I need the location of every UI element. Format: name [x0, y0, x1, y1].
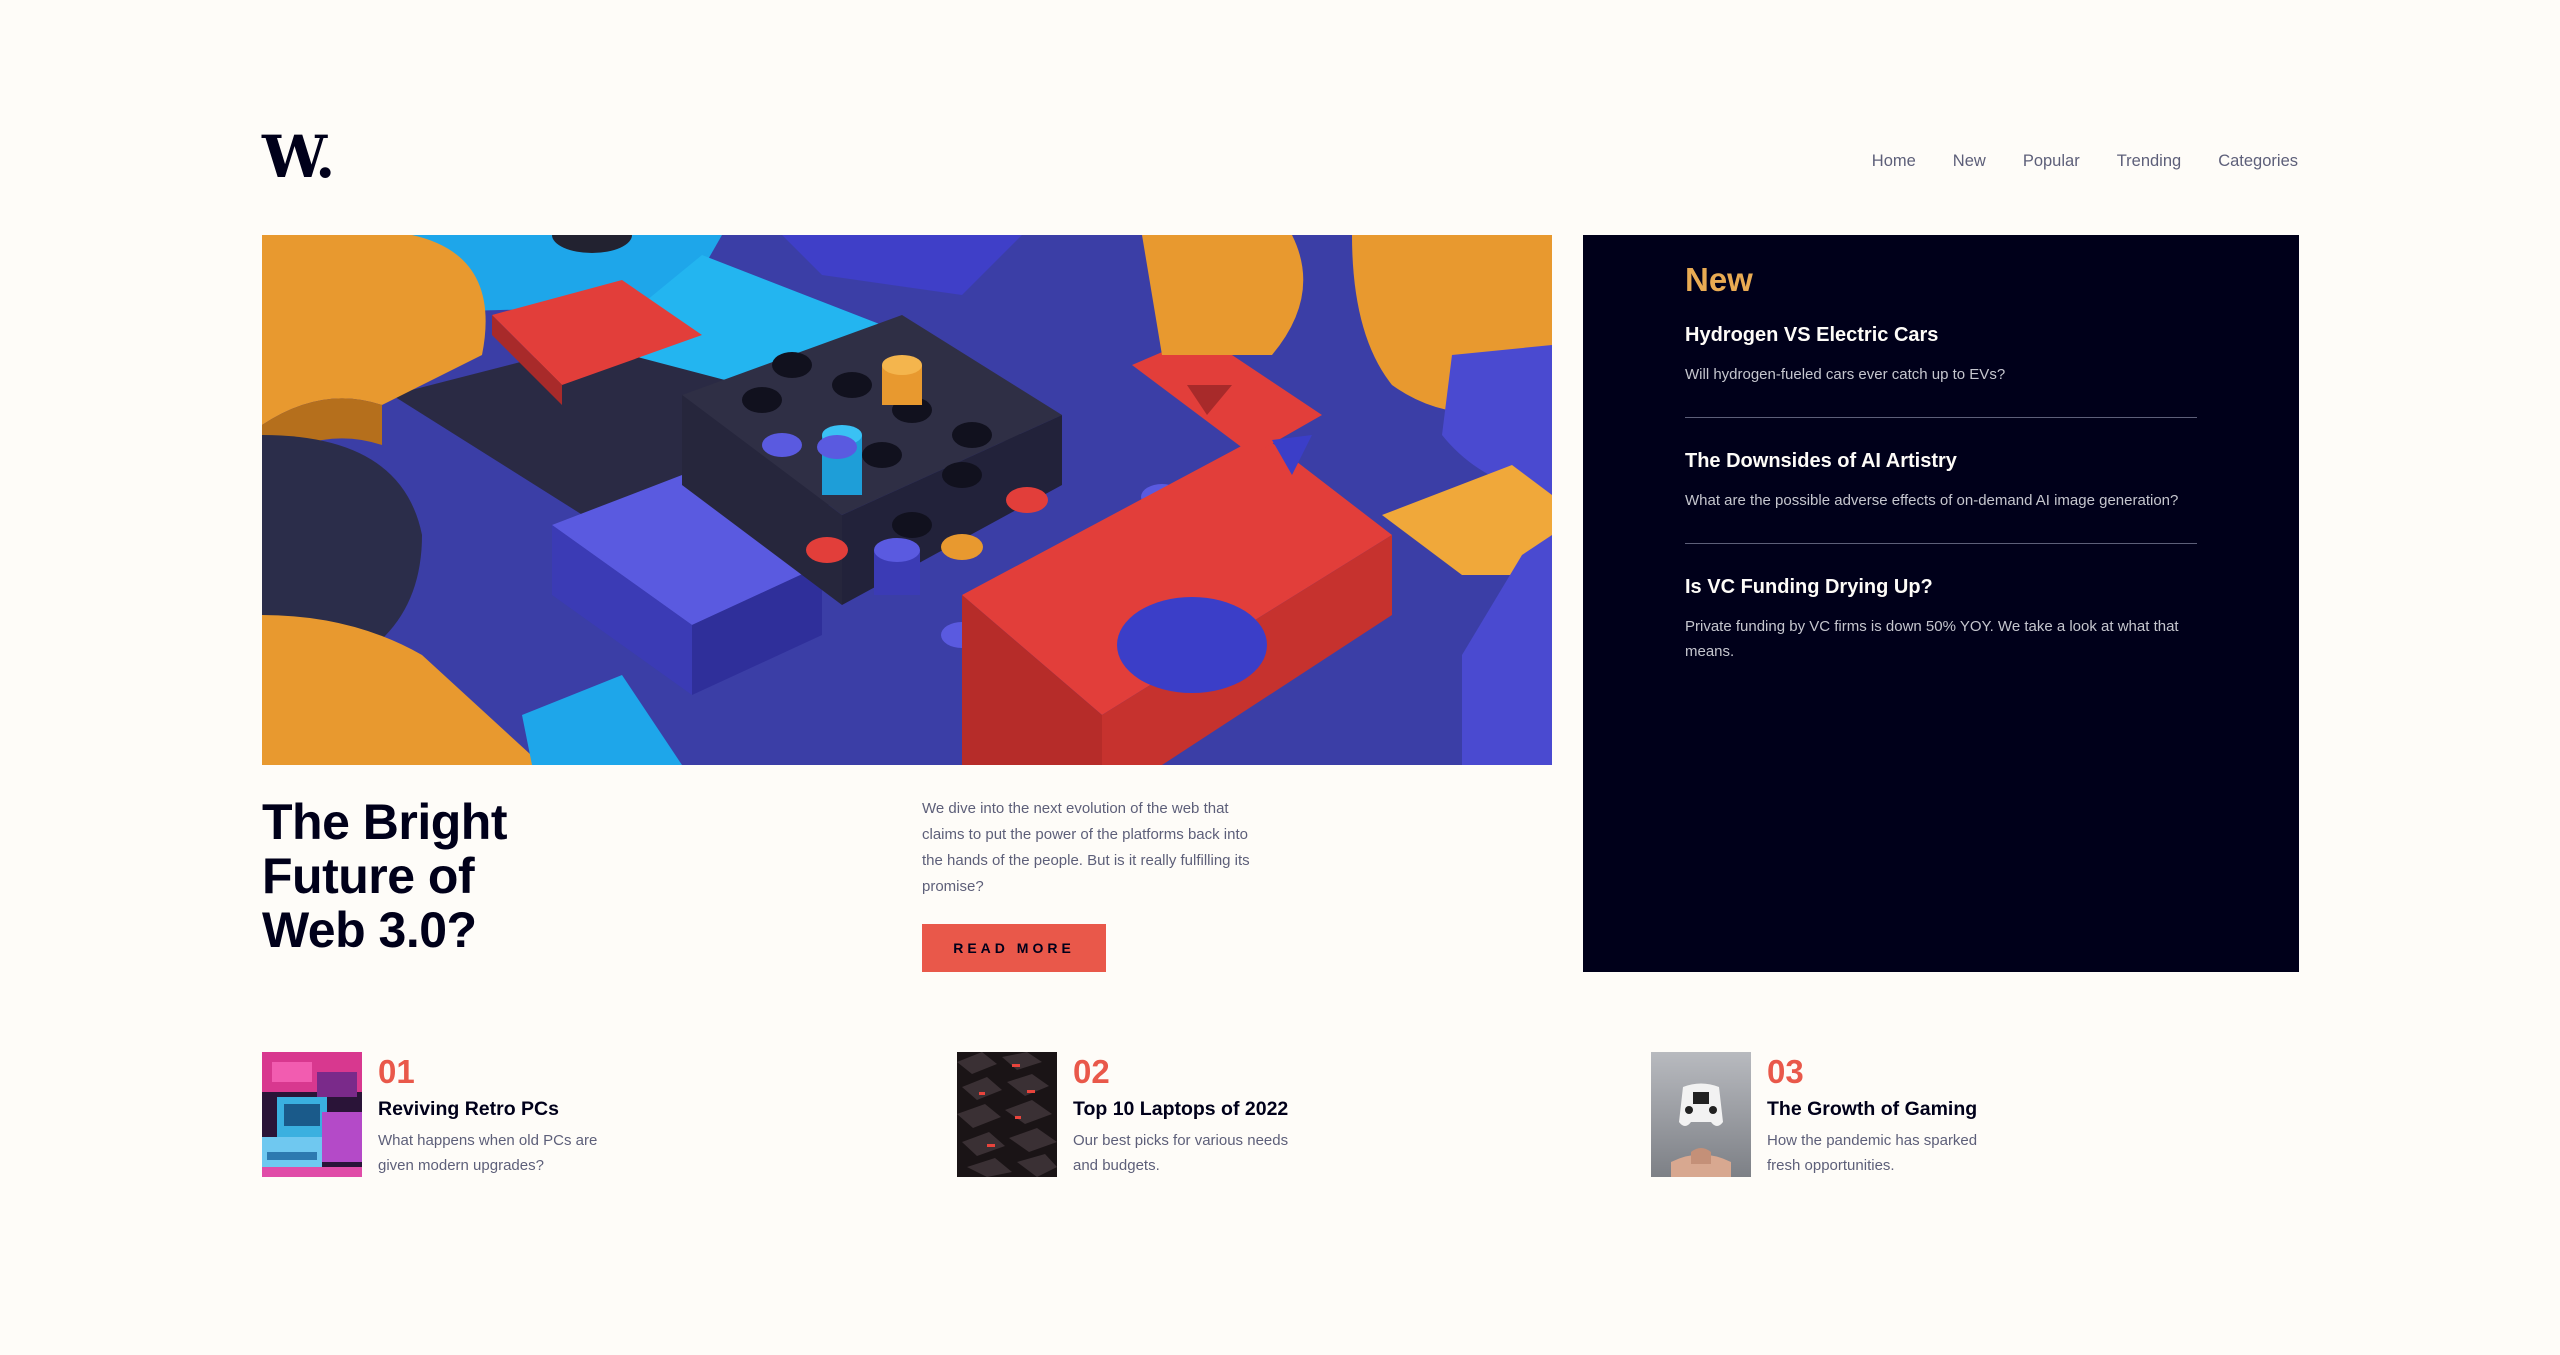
article-number: 02 — [1073, 1053, 1110, 1090]
new-article-summary: Private funding by VC firms is down 50% … — [1685, 618, 2179, 660]
retro-pc-image — [262, 1052, 362, 1177]
hero-title: The Bright Future of Web 3.0? — [262, 794, 507, 958]
laptop-keyboard-image — [957, 1052, 1057, 1177]
new-article-summary: What are the possible adverse effects of… — [1685, 492, 2179, 509]
new-article-item: Hydrogen VS Electric Cars Will hydrogen-… — [1685, 322, 2197, 418]
abstract-3d-blocks-image — [262, 235, 1552, 765]
article-card-body: 02 Top 10 Laptops of 2022 Our best picks… — [1073, 1052, 1303, 1177]
article-summary: What happens when old PCs are given mode… — [378, 1132, 598, 1174]
nav-trending[interactable]: Trending — [2117, 150, 2182, 172]
hero-description: We dive into the next evolution of the w… — [922, 800, 1250, 895]
article-card-2: 02 Top 10 Laptops of 2022 Our best picks… — [957, 1052, 1437, 1177]
nav-home[interactable]: Home — [1872, 150, 1916, 172]
page: W. Home New Popular Trending Categories — [0, 0, 2560, 1355]
new-article-item: The Downsides of AI Artistry What are th… — [1685, 448, 2197, 544]
article-title[interactable]: Top 10 Laptops of 2022 — [1073, 1096, 1303, 1122]
nav-new[interactable]: New — [1953, 150, 1986, 172]
hero-image — [262, 235, 1552, 765]
site-logo[interactable]: W. — [262, 128, 335, 186]
new-article-item: Is VC Funding Drying Up? Private funding… — [1685, 574, 2197, 694]
article-summary: Our best picks for various needs and bud… — [1073, 1132, 1289, 1174]
article-summary: How the pandemic has sparked fresh oppor… — [1767, 1132, 1978, 1174]
article-card-body: 03 The Growth of Gaming How the pandemic… — [1767, 1052, 1997, 1177]
nav-categories[interactable]: Categories — [2218, 150, 2298, 172]
article-title[interactable]: Reviving Retro PCs — [378, 1096, 608, 1122]
article-card-body: 01 Reviving Retro PCs What happens when … — [378, 1052, 608, 1177]
new-article-title[interactable]: Is VC Funding Drying Up? — [1685, 574, 2197, 600]
new-article-title[interactable]: Hydrogen VS Electric Cars — [1685, 322, 2197, 348]
article-card-1: 01 Reviving Retro PCs What happens when … — [262, 1052, 742, 1177]
article-number: 03 — [1767, 1053, 1804, 1090]
new-article-summary: Will hydrogen-fueled cars ever catch up … — [1685, 366, 2006, 383]
new-articles-panel: New Hydrogen VS Electric Cars Will hydro… — [1583, 235, 2299, 972]
article-title[interactable]: The Growth of Gaming — [1767, 1096, 1997, 1122]
nav-popular[interactable]: Popular — [2023, 150, 2080, 172]
game-controller-image — [1651, 1052, 1751, 1177]
new-article-title[interactable]: The Downsides of AI Artistry — [1685, 448, 2197, 474]
new-panel-heading: New — [1685, 261, 1753, 298]
main-nav: Home New Popular Trending Categories — [1872, 150, 2298, 172]
read-more-button[interactable]: READ MORE — [922, 924, 1106, 972]
article-card-3: 03 The Growth of Gaming How the pandemic… — [1651, 1052, 2131, 1177]
article-number: 01 — [378, 1053, 415, 1090]
